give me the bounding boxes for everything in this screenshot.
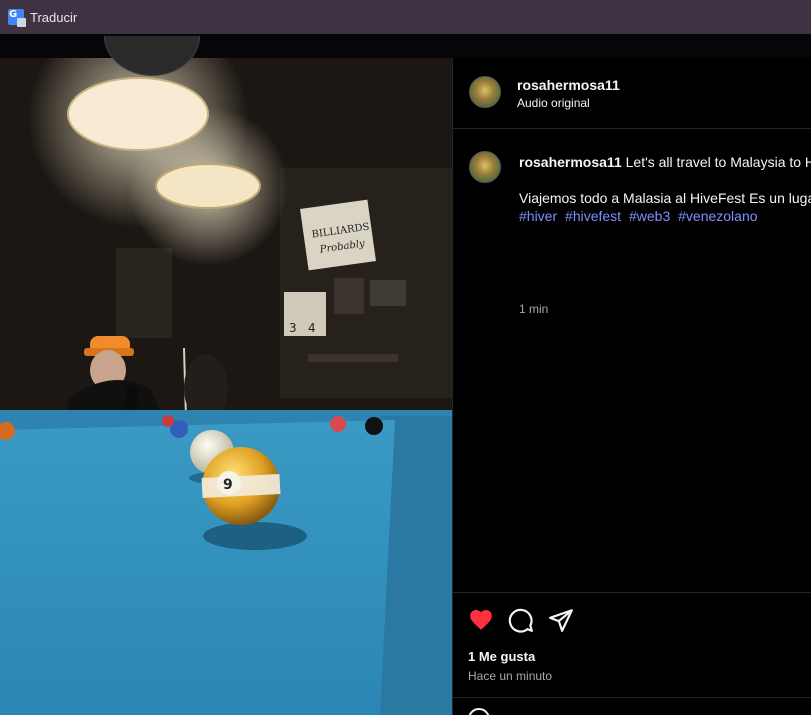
caption-comment: rosahermosa11 Let's all travel to Malays… [453, 129, 811, 591]
caption-line-1: rosahermosa11 Let's all travel to Malays… [519, 153, 811, 171]
emoji-icon[interactable] [468, 708, 490, 715]
author-username[interactable]: rosahermosa11 [517, 77, 620, 93]
hashtag-link[interactable]: #web3 [629, 208, 670, 224]
hashtag-link[interactable]: #venezolano [678, 208, 757, 224]
like-count[interactable]: 1 Me gusta [468, 649, 535, 664]
google-translate-icon[interactable]: G [8, 9, 26, 27]
post-header: rosahermosa11 Audio original [453, 58, 811, 129]
post-video[interactable]: BILLIARDS Probably 3 4 9 [0, 58, 452, 715]
share-icon[interactable] [548, 607, 574, 633]
audio-link[interactable]: Audio original [517, 96, 590, 110]
hashtag-link[interactable]: #hiver [519, 208, 557, 224]
svg-text:9: 9 [223, 477, 233, 493]
svg-text:3: 3 [289, 321, 297, 335]
translate-bar: G Traducir [0, 0, 811, 34]
svg-text:4: 4 [308, 321, 316, 335]
translate-label[interactable]: Traducir [30, 10, 77, 25]
top-strip [0, 34, 811, 76]
comment-icon[interactable] [508, 607, 534, 633]
author-avatar[interactable] [469, 76, 501, 108]
caption-text-es: Viajemos todo a Malasia al HiveFest Es u… [519, 190, 811, 206]
post-panel: rosahermosa11 Audio original rosahermosa… [452, 58, 811, 715]
post-timestamp: Hace un minuto [468, 669, 553, 683]
heart-icon[interactable] [468, 607, 494, 633]
caption-username[interactable]: rosahermosa11 [519, 154, 622, 170]
comment-timestamp[interactable]: 1 min [519, 302, 548, 316]
hashtag-link[interactable]: #hivefest [565, 208, 621, 224]
caption-text-en: Let's all travel to Malaysia to Hive [625, 154, 811, 170]
divider [453, 697, 811, 698]
caption-avatar[interactable] [469, 151, 501, 183]
hashtags: #hiver #hivefest #web3 #venezolano [519, 207, 762, 225]
billiards-scene: BILLIARDS Probably 3 4 9 [0, 58, 452, 715]
action-bar: 1 Me gusta Hace un minuto [453, 592, 811, 715]
